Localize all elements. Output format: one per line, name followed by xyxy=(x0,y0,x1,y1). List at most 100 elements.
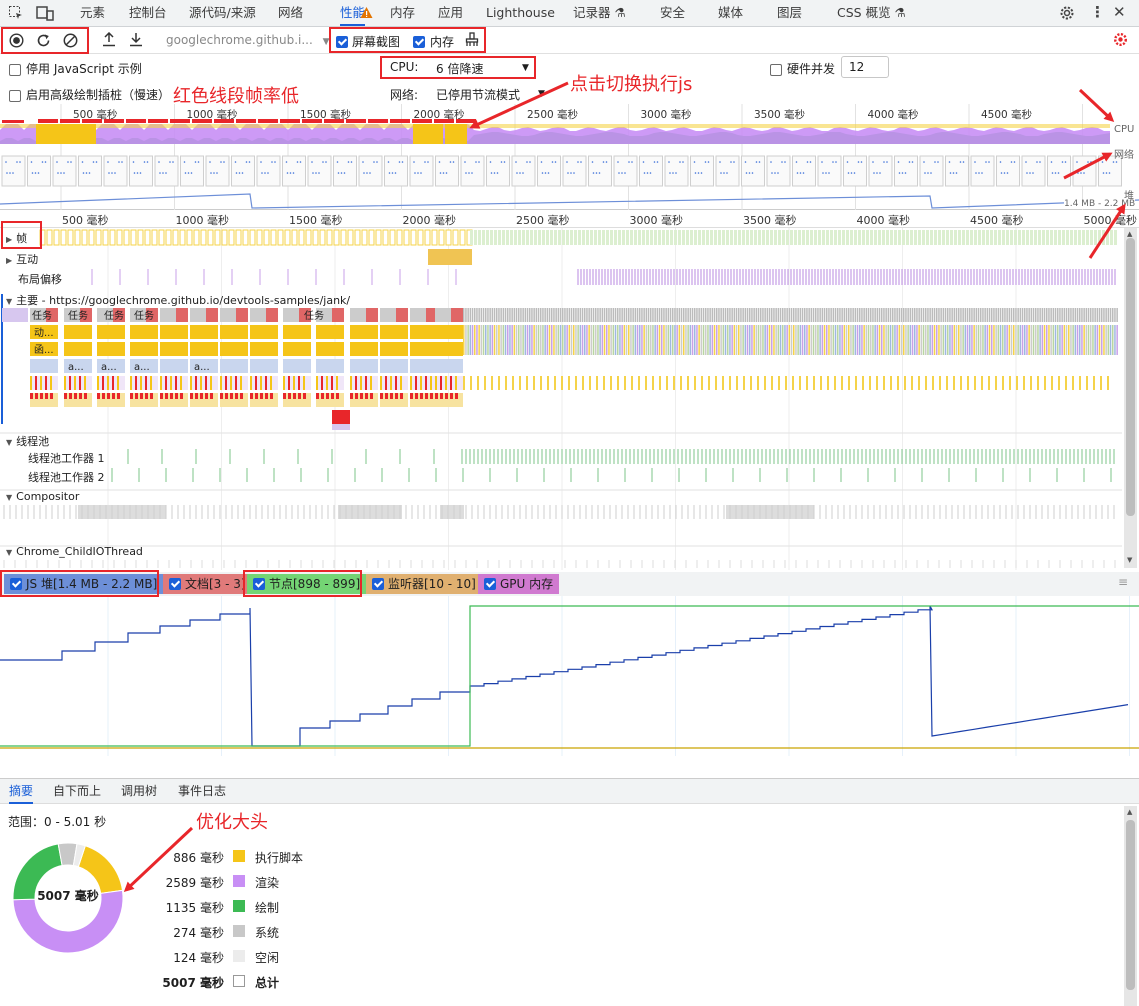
event-sliver xyxy=(685,325,687,355)
task-sliver xyxy=(762,308,764,322)
details-tab-2[interactable]: 调用树 xyxy=(121,779,157,804)
network-throttling-select[interactable]: 已停用节流模式 ▼ xyxy=(432,84,548,102)
event-sliver xyxy=(845,325,848,355)
screenshot-dot xyxy=(897,161,900,163)
details-tab-1[interactable]: 自下而上 xyxy=(53,779,101,804)
screenshot-dot xyxy=(223,161,225,163)
scroll-up-icon[interactable]: ▲ xyxy=(1127,808,1132,816)
disable-js-samples-checkbox[interactable] xyxy=(9,62,21,76)
event-sliver xyxy=(874,325,876,355)
fps-red-segment xyxy=(170,119,190,123)
device-toolbar-icon[interactable] xyxy=(36,5,54,24)
frame-bar-good xyxy=(682,230,685,245)
event-sliver xyxy=(469,325,472,355)
tab-0[interactable]: 元素 xyxy=(80,0,105,26)
task-sliver xyxy=(573,308,575,322)
download-profile-icon[interactable] xyxy=(129,32,143,50)
drag-handle-icon[interactable]: ≡ xyxy=(1118,575,1128,589)
event-sliver xyxy=(764,325,766,355)
scrollbar-thumb[interactable] xyxy=(1126,238,1135,516)
counter-4[interactable]: GPU 内存 xyxy=(478,574,560,594)
screenshot-dot xyxy=(187,172,190,174)
hw-concurrency-input[interactable]: 12 xyxy=(841,56,889,78)
mini-event xyxy=(50,393,53,399)
counter-1[interactable]: 文档[3 - 3] xyxy=(163,574,252,594)
screenshot-dot xyxy=(394,172,397,174)
timeline-scrollbar[interactable]: ▲ ▼ xyxy=(1124,228,1137,568)
task-sliver xyxy=(559,308,562,322)
tab-3[interactable]: 网络 xyxy=(278,0,303,26)
io-thread-header[interactable]: ▼ Chrome_ChildIOThread xyxy=(6,545,143,558)
advanced-paint-checkbox[interactable] xyxy=(9,88,21,102)
event-sliver xyxy=(762,325,764,355)
scrollbar-thumb[interactable] xyxy=(1126,820,1135,990)
counter-checkbox[interactable] xyxy=(372,578,384,590)
tab-10[interactable]: 媒体 xyxy=(718,0,743,26)
event-sliver xyxy=(775,325,777,355)
screenshot-dot xyxy=(387,161,390,163)
mini-event xyxy=(440,393,443,399)
screenshot-dot xyxy=(442,172,445,174)
hw-concurrency-checkbox[interactable] xyxy=(770,62,782,76)
settings-gear-icon[interactable] xyxy=(1059,5,1075,24)
frame-bar-good xyxy=(570,230,573,245)
frame-bar-good xyxy=(838,230,841,245)
screenshot-dot xyxy=(795,161,798,163)
compositor-header[interactable]: ▼ Compositor xyxy=(6,490,79,503)
frame-bar-good xyxy=(774,230,777,245)
event-sliver xyxy=(727,325,729,355)
more-options-icon[interactable]: ⋮ xyxy=(1090,4,1105,20)
event-sliver xyxy=(777,325,780,355)
tab-5[interactable]: 内存 xyxy=(390,0,415,26)
close-icon[interactable]: ✕ xyxy=(1113,4,1126,20)
scroll-down-icon[interactable]: ▼ xyxy=(1127,556,1132,564)
tab-7[interactable]: Lighthouse xyxy=(486,0,555,26)
tab-9[interactable]: 安全 xyxy=(660,0,685,26)
annotation-box-nodes xyxy=(243,570,362,597)
screenshot-dot xyxy=(413,161,415,163)
event-sliver xyxy=(810,325,813,355)
frame-bar-good xyxy=(602,230,605,245)
task-sliver xyxy=(1065,308,1068,322)
task-sliver xyxy=(731,308,733,322)
tab-1[interactable]: 控制台 xyxy=(129,0,167,26)
timeline-overview[interactable]: 500 毫秒 1000 毫秒 1500 毫秒 2000 毫秒 2500 毫秒 3000 毫… xyxy=(0,104,1139,210)
main-thread-header[interactable]: ▼ 主要 - https://googlechrome.github.io/dev… xyxy=(6,292,350,308)
task-sliver xyxy=(663,308,665,322)
details-tab-3[interactable]: 事件日志 xyxy=(178,779,226,804)
counter-checkbox[interactable] xyxy=(484,578,496,590)
upload-profile-icon[interactable] xyxy=(102,31,116,50)
event-sliver xyxy=(938,325,940,355)
event-sliver xyxy=(595,325,597,355)
tab-12[interactable]: CSS 概览 ⚗ xyxy=(837,0,906,26)
frame-bar-good xyxy=(986,230,989,245)
screenshot-thumbnail xyxy=(537,155,561,187)
tab-6[interactable]: 应用 xyxy=(438,0,463,26)
tab-8[interactable]: 记录器 ⚗ xyxy=(573,0,626,26)
profile-select[interactable]: googlechrome.github.i... ▼ xyxy=(166,33,330,47)
details-tab-0[interactable]: 摘要 xyxy=(9,779,34,804)
task-sliver xyxy=(753,308,755,322)
counter-checkbox[interactable] xyxy=(169,578,181,590)
mini-event xyxy=(240,393,243,399)
task-sliver xyxy=(771,308,773,322)
capture-settings-gear-icon[interactable] xyxy=(1113,32,1128,50)
timeline-flamechart[interactable]: a... a... a... a...任务 任务 任务 任务 任务动...函... xyxy=(0,228,1122,570)
tab-11[interactable]: 图层 xyxy=(777,0,802,26)
paint-sliver xyxy=(1107,376,1109,390)
threadpool-header[interactable]: ▼ 线程池 xyxy=(6,433,49,449)
summary-scrollbar[interactable]: ▲ xyxy=(1124,806,1137,1006)
interactions-track-header[interactable]: ▶ 互动 xyxy=(6,251,38,267)
counter-3[interactable]: 监听器[10 - 10] xyxy=(366,574,482,594)
screenshot-dot xyxy=(37,172,40,174)
event-sliver xyxy=(634,325,637,355)
frame-bar xyxy=(53,229,60,246)
donut-total: 5007 毫秒 xyxy=(37,889,99,903)
expand-triangle-icon: ▶ xyxy=(6,256,13,265)
tab-2[interactable]: 源代码/来源 xyxy=(189,0,256,26)
mini-event xyxy=(102,393,105,399)
scroll-up-icon[interactable]: ▲ xyxy=(1127,230,1132,238)
inspect-element-icon[interactable] xyxy=(8,5,24,24)
task-sliver xyxy=(874,308,876,322)
frame-bar-good xyxy=(766,230,769,245)
